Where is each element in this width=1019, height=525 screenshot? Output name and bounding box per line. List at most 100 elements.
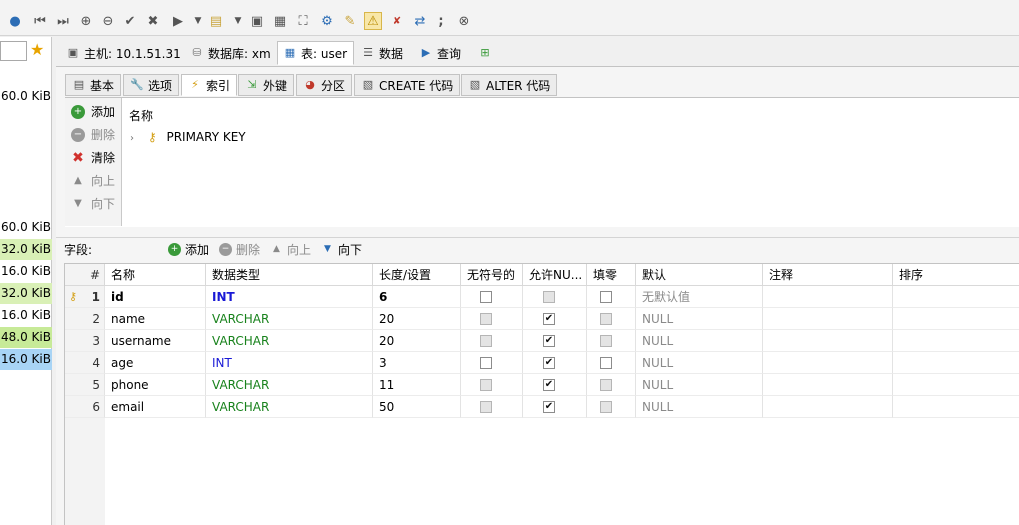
save-all-icon[interactable]: ▦ bbox=[271, 12, 289, 30]
cell-default[interactable]: 无默认值 bbox=[636, 286, 763, 308]
add-icon[interactable]: ⊕ bbox=[77, 12, 95, 30]
dropdown-icon[interactable]: ▼ bbox=[189, 12, 207, 30]
subtab-foreign-keys[interactable]: ⇲ 外键 bbox=[238, 74, 295, 96]
column-header[interactable]: 允许NU... bbox=[523, 264, 587, 286]
cell-zerofill[interactable] bbox=[587, 286, 636, 308]
cell-zerofill[interactable] bbox=[587, 352, 636, 374]
check-icon[interactable]: ✔ bbox=[121, 12, 139, 30]
checkbox[interactable] bbox=[600, 401, 612, 413]
cell-nullable[interactable]: ✔ bbox=[523, 352, 587, 374]
checkbox[interactable] bbox=[600, 291, 612, 303]
cell-length[interactable]: 3 bbox=[373, 352, 461, 374]
cell-unsigned[interactable] bbox=[461, 374, 523, 396]
checkbox[interactable]: ✔ bbox=[543, 357, 555, 369]
checkbox[interactable] bbox=[480, 379, 492, 391]
warning-icon[interactable]: ⚠ bbox=[364, 12, 382, 30]
favorite-star-icon[interactable]: ★ bbox=[30, 40, 44, 59]
save-icon[interactable]: ▣ bbox=[248, 12, 266, 30]
cell-default[interactable]: NULL bbox=[636, 352, 763, 374]
cell-nullable[interactable] bbox=[523, 286, 587, 308]
cell-zerofill[interactable] bbox=[587, 330, 636, 352]
edit-icon[interactable]: ✎ bbox=[341, 12, 359, 30]
semicolon-icon[interactable]: ; bbox=[432, 12, 450, 30]
table-row[interactable]: 2 name VARCHAR 20 ✔ NULL bbox=[65, 308, 1019, 330]
cell-length[interactable]: 50 bbox=[373, 396, 461, 418]
info-icon[interactable]: ● bbox=[6, 12, 24, 30]
tree-icon[interactable]: ⚙ bbox=[318, 12, 336, 30]
table-row[interactable]: 4 age INT 3 ✔ NULL bbox=[65, 352, 1019, 374]
cell-sort[interactable] bbox=[893, 374, 1019, 396]
cell-unsigned[interactable] bbox=[461, 286, 523, 308]
cell-zerofill[interactable] bbox=[587, 308, 636, 330]
cell-zerofill[interactable] bbox=[587, 396, 636, 418]
column-header[interactable]: 默认 bbox=[636, 264, 763, 286]
field-delete-button[interactable]: − 删除 bbox=[219, 241, 260, 259]
field-up-button[interactable]: ▲ 向上 bbox=[270, 241, 311, 259]
cell-default[interactable]: NULL bbox=[636, 396, 763, 418]
subtab-indexes[interactable]: ⚡ 索引 bbox=[181, 74, 238, 96]
checkbox[interactable] bbox=[600, 379, 612, 391]
format-icon[interactable]: ⇄ bbox=[411, 12, 429, 30]
cell-comment[interactable] bbox=[763, 352, 893, 374]
checkbox[interactable] bbox=[600, 357, 612, 369]
cell-nullable[interactable]: ✔ bbox=[523, 374, 587, 396]
cell-length[interactable]: 20 bbox=[373, 330, 461, 352]
cell-type[interactable]: VARCHAR bbox=[206, 330, 373, 352]
subtab-create-code[interactable]: ▧ CREATE 代码 bbox=[354, 74, 461, 96]
cell-type[interactable]: INT bbox=[206, 352, 373, 374]
cell-default[interactable]: NULL bbox=[636, 308, 763, 330]
last-record-icon[interactable]: ⏭ bbox=[54, 12, 72, 30]
tab-new-query[interactable]: ⊞ bbox=[472, 41, 498, 65]
cell-name[interactable]: name bbox=[105, 308, 206, 330]
column-header[interactable]: # bbox=[65, 264, 105, 286]
column-header[interactable]: 填零 bbox=[587, 264, 636, 286]
dropdown-icon-2[interactable]: ▼ bbox=[229, 12, 247, 30]
cell-default[interactable]: NULL bbox=[636, 330, 763, 352]
filter-input[interactable] bbox=[0, 41, 27, 61]
table-row[interactable]: 5 phone VARCHAR 11 ✔ NULL bbox=[65, 374, 1019, 396]
first-record-icon[interactable]: ⏮ bbox=[31, 12, 49, 30]
table-row[interactable]: 3 username VARCHAR 20 ✔ NULL bbox=[65, 330, 1019, 352]
checkbox[interactable] bbox=[480, 357, 492, 369]
tab-host[interactable]: ▣ 主机: 10.1.51.31 bbox=[60, 41, 182, 65]
cell-name[interactable]: email bbox=[105, 396, 206, 418]
cell-unsigned[interactable] bbox=[461, 396, 523, 418]
index-delete-button[interactable]: − 删除 bbox=[71, 125, 115, 145]
cell-name[interactable]: phone bbox=[105, 374, 206, 396]
column-header[interactable]: 数据类型 bbox=[206, 264, 373, 286]
cell-comment[interactable] bbox=[763, 396, 893, 418]
checkbox[interactable] bbox=[600, 335, 612, 347]
column-header[interactable]: 名称 bbox=[105, 264, 206, 286]
checkbox[interactable] bbox=[480, 313, 492, 325]
tab-data[interactable]: ☰ 数据 bbox=[355, 41, 404, 65]
index-up-button[interactable]: ▲ 向上 bbox=[71, 171, 115, 191]
checkbox[interactable] bbox=[543, 291, 555, 303]
checkbox[interactable] bbox=[600, 313, 612, 325]
run-icon[interactable]: ▶ bbox=[169, 12, 187, 30]
tab-database[interactable]: ⛁ 数据库: xm bbox=[184, 41, 272, 65]
binoculars-icon[interactable]: ⛶ bbox=[294, 12, 312, 30]
stop-icon[interactable]: ⊗ bbox=[455, 12, 473, 30]
cell-unsigned[interactable] bbox=[461, 330, 523, 352]
cell-comment[interactable] bbox=[763, 286, 893, 308]
checkbox[interactable]: ✔ bbox=[543, 313, 555, 325]
cell-sort[interactable] bbox=[893, 286, 1019, 308]
checkbox[interactable] bbox=[480, 291, 492, 303]
subtab-alter-code[interactable]: ▧ ALTER 代码 bbox=[461, 74, 558, 96]
cancel-icon[interactable]: ✖ bbox=[144, 12, 162, 30]
index-add-button[interactable]: + 添加 bbox=[71, 102, 115, 122]
column-header[interactable]: 无符号的 bbox=[461, 264, 523, 286]
tab-query[interactable]: ▶ 查询 bbox=[413, 41, 462, 65]
checkbox[interactable]: ✔ bbox=[543, 401, 555, 413]
cell-length[interactable]: 11 bbox=[373, 374, 461, 396]
checkbox[interactable] bbox=[480, 401, 492, 413]
cell-length[interactable]: 6 bbox=[373, 286, 461, 308]
index-down-button[interactable]: ▼ 向下 bbox=[71, 194, 115, 214]
cell-unsigned[interactable] bbox=[461, 352, 523, 374]
cell-type[interactable]: VARCHAR bbox=[206, 396, 373, 418]
table-row[interactable]: 6 email VARCHAR 50 ✔ NULL bbox=[65, 396, 1019, 418]
table-row[interactable]: ⚷ 1 id INT 6 无默认值 bbox=[65, 286, 1019, 308]
checkbox[interactable]: ✔ bbox=[543, 335, 555, 347]
cell-type[interactable]: VARCHAR bbox=[206, 308, 373, 330]
cell-name[interactable]: id bbox=[105, 286, 206, 308]
